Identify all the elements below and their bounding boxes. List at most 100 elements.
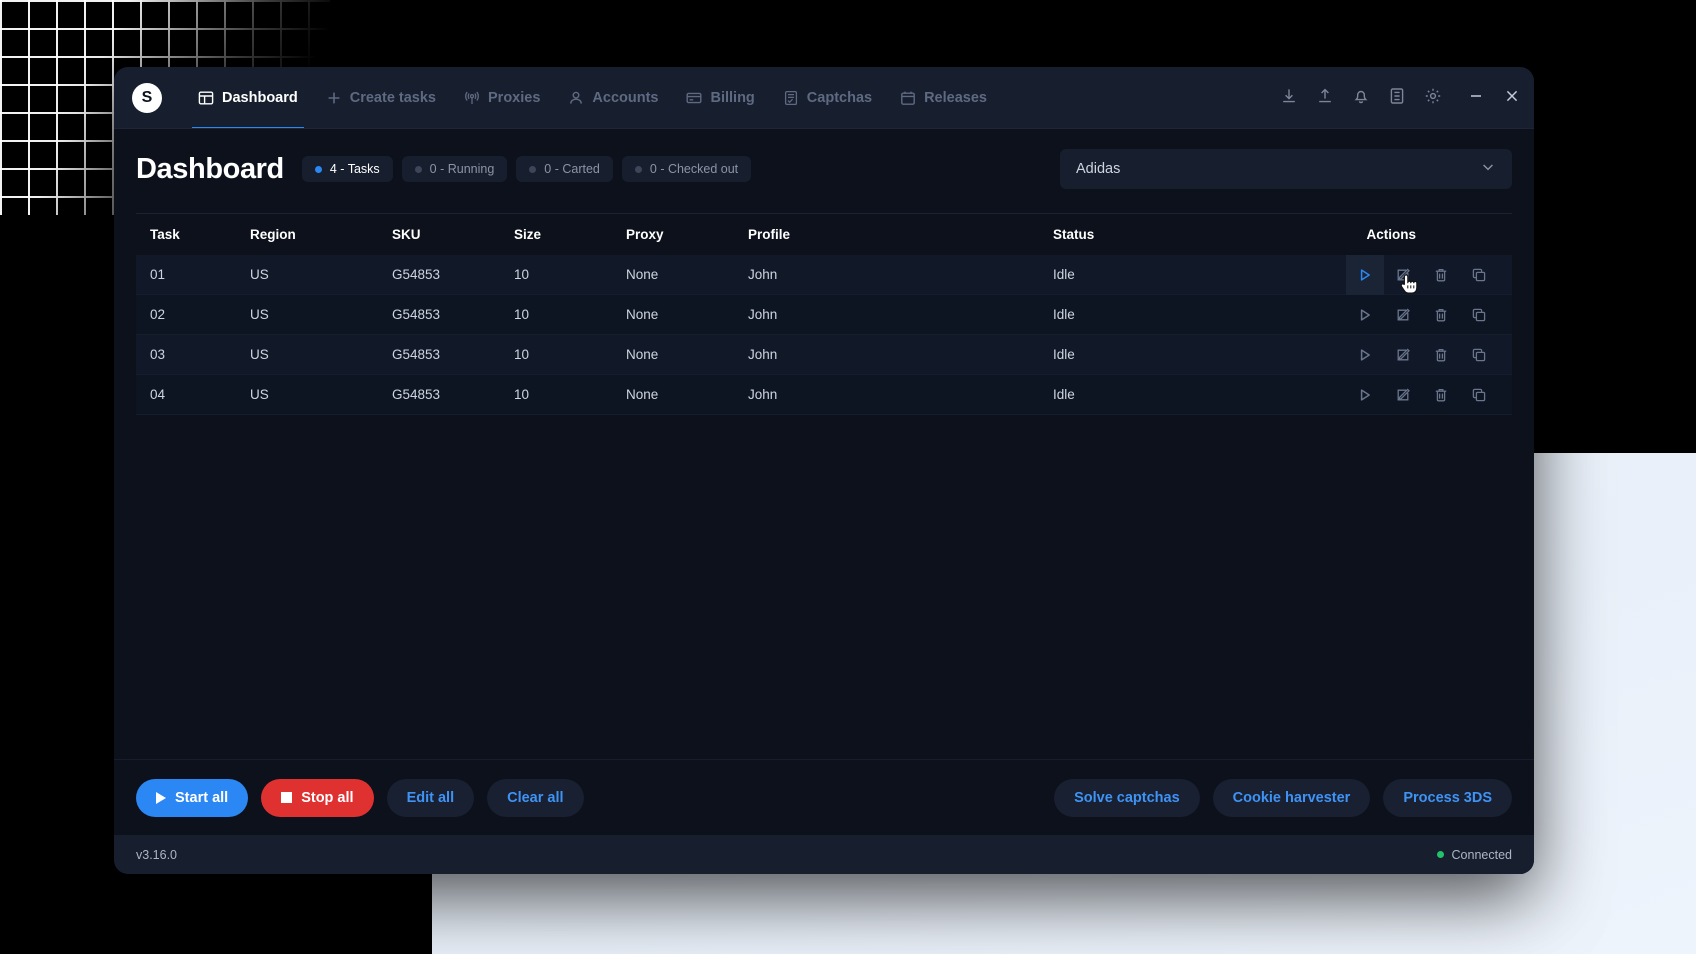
app-version: v3.16.0 bbox=[136, 847, 178, 862]
solve-captchas-label: Solve captchas bbox=[1074, 789, 1180, 806]
solve-captchas-button[interactable]: Solve captchas bbox=[1054, 778, 1200, 817]
row-actions bbox=[1333, 375, 1498, 415]
download-icon[interactable] bbox=[1280, 87, 1298, 110]
gear-icon[interactable] bbox=[1424, 87, 1442, 110]
duplicate-icon[interactable] bbox=[1460, 295, 1498, 335]
start-all-button[interactable]: Start all bbox=[136, 778, 249, 817]
bell-icon[interactable] bbox=[1352, 87, 1370, 110]
delete-icon[interactable] bbox=[1422, 375, 1460, 415]
screen: S Dashboard Create tasks Proxies Account… bbox=[0, 0, 1696, 954]
cell-profile: John bbox=[748, 307, 778, 322]
bulk-action-buttons: Start all Stop all Edit all Clear all bbox=[136, 778, 584, 817]
column-header-actions: Actions bbox=[1366, 227, 1416, 242]
cell-profile: John bbox=[748, 347, 778, 362]
cell-sku: G54853 bbox=[392, 387, 441, 402]
cell-proxy: None bbox=[626, 307, 659, 322]
status-badge-checked-out[interactable]: 0 - Checked out bbox=[621, 156, 752, 182]
column-header-size: Size bbox=[514, 227, 542, 242]
calendar-icon bbox=[900, 90, 916, 106]
start-icon[interactable] bbox=[1346, 375, 1384, 415]
column-header-status: Status bbox=[1053, 227, 1095, 242]
process-3ds-button[interactable]: Process 3DS bbox=[1383, 778, 1512, 817]
table-row[interactable]: 01 US G54853 10 None John Idle bbox=[136, 254, 1512, 295]
nav-item-billing[interactable]: Billing bbox=[672, 67, 768, 129]
status-badge-tasks[interactable]: 4 - Tasks bbox=[301, 156, 393, 182]
duplicate-icon[interactable] bbox=[1460, 335, 1498, 375]
cell-task: 04 bbox=[150, 387, 166, 402]
notes-icon[interactable] bbox=[1388, 87, 1406, 110]
clear-all-button[interactable]: Clear all bbox=[487, 778, 584, 817]
delete-icon[interactable] bbox=[1422, 255, 1460, 295]
badge-dot-icon bbox=[529, 165, 537, 173]
column-header-sku: SKU bbox=[392, 227, 421, 242]
table-header-row: Task Region SKU Size Proxy Profile Statu… bbox=[136, 214, 1512, 255]
upload-icon[interactable] bbox=[1316, 87, 1334, 110]
connection-status: Connected bbox=[1436, 847, 1512, 862]
nav-label-captchas: Captchas bbox=[806, 90, 873, 106]
cell-actions bbox=[1333, 335, 1512, 375]
dashboard-icon bbox=[198, 90, 214, 106]
cell-size: 10 bbox=[514, 387, 530, 402]
connection-label: Connected bbox=[1451, 847, 1512, 862]
edit-icon[interactable] bbox=[1384, 375, 1422, 415]
cell-task: 01 bbox=[150, 267, 166, 282]
nav-item-releases[interactable]: Releases bbox=[886, 67, 1001, 129]
nav-item-dashboard[interactable]: Dashboard bbox=[184, 67, 312, 129]
nav-item-proxies[interactable]: Proxies bbox=[450, 67, 554, 129]
page-content: Dashboard 4 - Tasks 0 - Running 0 - Cart… bbox=[114, 129, 1534, 415]
close-button[interactable] bbox=[1504, 88, 1520, 109]
cookie-harvester-button[interactable]: Cookie harvester bbox=[1212, 778, 1371, 817]
page-header: Dashboard 4 - Tasks 0 - Running 0 - Cart… bbox=[136, 129, 1512, 209]
duplicate-icon[interactable] bbox=[1460, 255, 1498, 295]
table-row[interactable]: 02 US G54853 10 None John Idle bbox=[136, 295, 1512, 335]
start-icon[interactable] bbox=[1346, 254, 1384, 295]
cell-status: Idle bbox=[1053, 347, 1075, 362]
status-badge-running[interactable]: 0 - Running bbox=[401, 156, 508, 182]
page-title: Dashboard bbox=[136, 152, 284, 185]
cell-region: US bbox=[250, 267, 269, 282]
cell-size: 10 bbox=[514, 347, 530, 362]
cell-sku: G54853 bbox=[392, 307, 441, 322]
edit-icon[interactable] bbox=[1384, 335, 1422, 375]
edit-icon[interactable] bbox=[1384, 295, 1422, 335]
badge-label-checked-out: 0 - Checked out bbox=[649, 162, 739, 176]
nav-label-proxies: Proxies bbox=[488, 90, 541, 106]
chevron-down-icon bbox=[1480, 159, 1496, 179]
cell-size: 10 bbox=[514, 267, 530, 282]
cell-task: 02 bbox=[150, 307, 166, 322]
checklist-icon bbox=[783, 90, 799, 106]
delete-icon[interactable] bbox=[1422, 335, 1460, 375]
window-controls bbox=[1468, 88, 1520, 109]
badge-dot-icon bbox=[314, 165, 322, 173]
column-header-proxy: Proxy bbox=[626, 227, 664, 242]
edit-icon[interactable] bbox=[1384, 255, 1422, 295]
nav-label-releases: Releases bbox=[924, 90, 987, 106]
action-toolbar: Start all Stop all Edit all Clear all So… bbox=[114, 759, 1534, 835]
cell-sku: G54853 bbox=[392, 347, 441, 362]
nav-item-create-tasks[interactable]: Create tasks bbox=[312, 67, 450, 129]
nav-item-captchas[interactable]: Captchas bbox=[769, 67, 886, 129]
clear-all-label: Clear all bbox=[507, 789, 564, 806]
topbar-tool-icons bbox=[1280, 87, 1442, 110]
table-row[interactable]: 03 US G54853 10 None John Idle bbox=[136, 335, 1512, 375]
site-select[interactable]: Adidas bbox=[1060, 149, 1512, 189]
cell-actions bbox=[1333, 254, 1512, 295]
tasks-table: Task Region SKU Size Proxy Profile Statu… bbox=[136, 213, 1512, 415]
duplicate-icon[interactable] bbox=[1460, 375, 1498, 415]
badge-label-carted: 0 - Carted bbox=[544, 162, 600, 176]
connected-dot-icon bbox=[1436, 851, 1444, 858]
status-badge-carted[interactable]: 0 - Carted bbox=[516, 156, 613, 182]
nav-item-accounts[interactable]: Accounts bbox=[554, 67, 672, 129]
badge-label-running: 0 - Running bbox=[429, 162, 495, 176]
stop-all-button[interactable]: Stop all bbox=[261, 778, 374, 817]
edit-all-button[interactable]: Edit all bbox=[386, 778, 475, 817]
cell-status: Idle bbox=[1053, 387, 1075, 402]
cell-size: 10 bbox=[514, 307, 530, 322]
cell-proxy: None bbox=[626, 347, 659, 362]
delete-icon[interactable] bbox=[1422, 295, 1460, 335]
start-icon[interactable] bbox=[1346, 295, 1384, 335]
start-icon[interactable] bbox=[1346, 335, 1384, 375]
table-row[interactable]: 04 US G54853 10 None John Idle bbox=[136, 375, 1512, 415]
cell-sku: G54853 bbox=[392, 267, 441, 282]
minimize-button[interactable] bbox=[1468, 88, 1484, 109]
